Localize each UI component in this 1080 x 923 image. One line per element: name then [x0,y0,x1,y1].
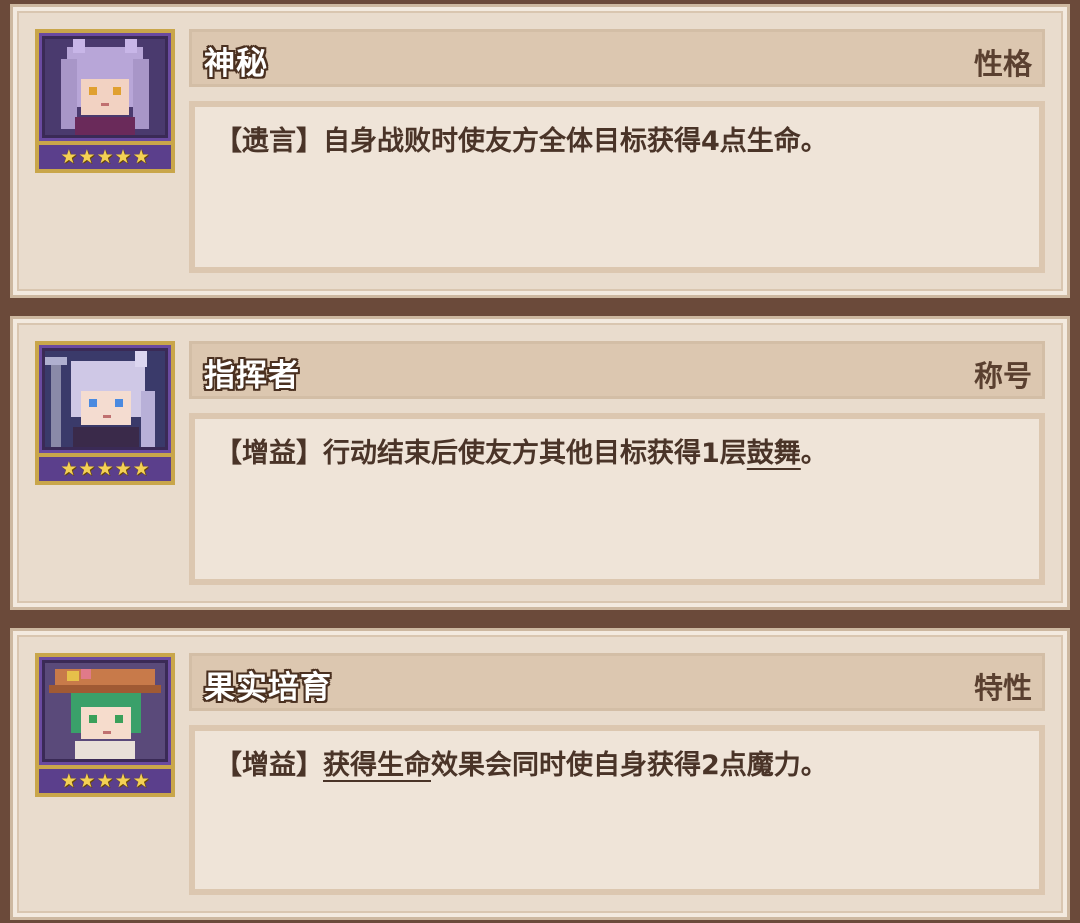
desc-text: 【遗言】自身战败时使友方全体目标获得4点生命。 [215,126,828,157]
portrait-frame [35,653,175,769]
character-sprite-icon [45,663,165,759]
character-portrait: ★ ★ ★ ★ ★ [35,653,175,799]
desc-text: 效果会同时使自身获得2点魔力。 [431,750,828,781]
trait-card[interactable]: ★ ★ ★ ★ ★ 指挥者 称号 【增益】行动结束后使友方其他目标获得1层鼓舞。 [10,316,1070,610]
character-portrait: ★ ★ ★ ★ ★ [35,341,175,487]
trait-description-box: 【增益】获得生命效果会同时使自身获得2点魔力。 [189,725,1045,895]
trait-type: 特性 [973,671,1032,705]
star-icon: ★ [114,145,132,168]
star-icon: ★ [78,769,96,792]
star-icon: ★ [60,145,78,168]
desc-text: 。 [800,438,828,469]
trait-type: 称号 [973,359,1032,393]
desc-text: 【增益】 [215,750,323,781]
star-icon: ★ [96,457,114,480]
trait-name: 神秘 [204,46,268,82]
star-icon: ★ [78,457,96,480]
trait-description: 【遗言】自身战败时使友方全体目标获得4点生命。 [215,119,828,158]
trait-description-box: 【遗言】自身战败时使友方全体目标获得4点生命。 [189,101,1045,273]
rarity-stars: ★ ★ ★ ★ ★ [35,145,175,173]
trait-type: 性格 [973,47,1032,81]
star-icon: ★ [96,145,114,168]
portrait-frame [35,29,175,145]
rarity-stars: ★ ★ ★ ★ ★ [35,457,175,485]
trait-card[interactable]: ★ ★ ★ ★ ★ 果实培育 特性 【增益】获得生命效果会同时使自身获得2点魔力… [10,628,1070,920]
keyword-link[interactable]: 获得生命 [323,750,431,781]
trait-name: 果实培育 [204,670,332,706]
star-icon: ★ [132,457,150,480]
trait-name: 指挥者 [204,358,300,394]
trait-card[interactable]: ★ ★ ★ ★ ★ 神秘 性格 【遗言】自身战败时使友方全体目标获得4点生命。 [10,4,1070,298]
keyword-link[interactable]: 鼓舞 [747,438,801,469]
character-sprite-icon [45,39,165,135]
rarity-stars: ★ ★ ★ ★ ★ [35,769,175,797]
star-icon: ★ [132,145,150,168]
trait-description: 【增益】获得生命效果会同时使自身获得2点魔力。 [215,743,828,782]
trait-description: 【增益】行动结束后使友方其他目标获得1层鼓舞。 [215,431,828,470]
trait-title-bar: 指挥者 称号 [189,341,1045,399]
star-icon: ★ [60,457,78,480]
star-icon: ★ [96,769,114,792]
character-portrait: ★ ★ ★ ★ ★ [35,29,175,175]
trait-title-bar: 果实培育 特性 [189,653,1045,711]
star-icon: ★ [78,145,96,168]
star-icon: ★ [114,769,132,792]
trait-title-bar: 神秘 性格 [189,29,1045,87]
trait-description-box: 【增益】行动结束后使友方其他目标获得1层鼓舞。 [189,413,1045,585]
character-sprite-icon [45,351,165,447]
star-icon: ★ [132,769,150,792]
star-icon: ★ [114,457,132,480]
star-icon: ★ [60,769,78,792]
desc-text: 【增益】行动结束后使友方其他目标获得1层 [215,438,747,469]
portrait-frame [35,341,175,457]
